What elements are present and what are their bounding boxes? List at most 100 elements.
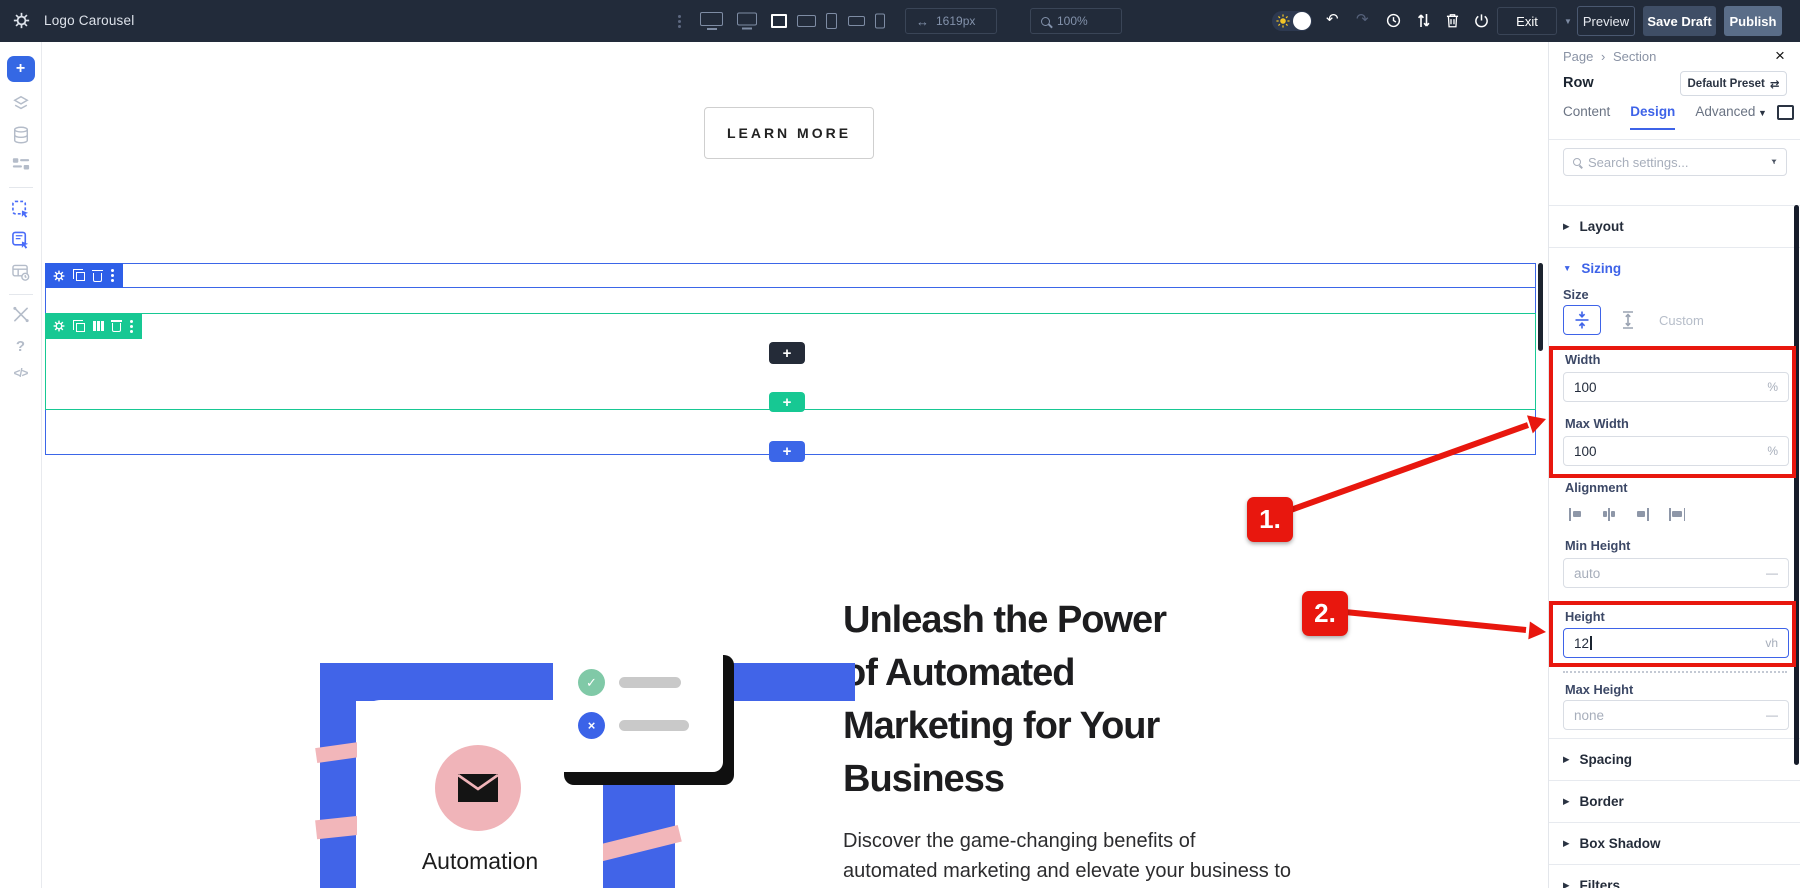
- add-element-button[interactable]: +: [6, 56, 35, 82]
- save-draft-button[interactable]: Save Draft: [1643, 6, 1716, 36]
- section-border[interactable]: ▶ Border: [1549, 780, 1800, 822]
- zoom-indicator[interactable]: 100%: [1030, 8, 1122, 34]
- max-height-label: Max Height: [1565, 682, 1634, 697]
- section-spacing[interactable]: ▶ Spacing: [1549, 738, 1800, 780]
- layers-icon[interactable]: [12, 94, 30, 112]
- envelope-icon: [457, 773, 499, 802]
- sort-structure-icon[interactable]: [1417, 13, 1430, 31]
- canvas-width-value: 1619px: [936, 14, 976, 28]
- canvas-width-indicator[interactable]: ↔ 1619px: [905, 8, 997, 34]
- breadcrumb-section[interactable]: Section: [1613, 49, 1656, 64]
- max-width-field[interactable]: %: [1563, 436, 1789, 466]
- power-icon[interactable]: [1474, 13, 1489, 31]
- tab-advanced[interactable]: Advanced: [1695, 104, 1755, 130]
- filter-funnel-icon[interactable]: [1771, 156, 1777, 168]
- align-left-button[interactable]: [1563, 502, 1587, 526]
- placeholder-bar: [619, 677, 681, 688]
- tab-design[interactable]: Design: [1630, 104, 1676, 130]
- breakpoint-tablet-portrait-icon[interactable]: [826, 13, 837, 29]
- min-height-input[interactable]: [1574, 565, 1766, 581]
- default-preset-button[interactable]: Default Preset ⇄: [1680, 71, 1787, 96]
- section-sizing[interactable]: ▼ Sizing: [1549, 247, 1800, 289]
- history-icon[interactable]: [1386, 13, 1401, 31]
- breakpoint-phone-landscape-icon[interactable]: [848, 16, 865, 26]
- breakpoint-tablet-landscape-icon[interactable]: [797, 15, 816, 27]
- preview-button[interactable]: Preview: [1577, 6, 1635, 36]
- undo-icon[interactable]: ↶: [1326, 12, 1339, 27]
- divider: [1549, 139, 1800, 140]
- close-panel-icon[interactable]: ×: [1775, 46, 1785, 66]
- section-delete-icon[interactable]: [92, 269, 103, 282]
- fullscreen-panel-icon[interactable]: [1777, 105, 1794, 120]
- builder-settings-icon[interactable]: [13, 12, 30, 34]
- row-delete-icon[interactable]: [110, 320, 122, 332]
- toggle-knob: [1293, 12, 1311, 30]
- align-right-button[interactable]: [1631, 502, 1655, 526]
- panel-scrollbar[interactable]: [1794, 205, 1799, 765]
- section-more-icon[interactable]: [111, 274, 114, 277]
- exit-button[interactable]: Exit: [1497, 7, 1557, 35]
- add-element-in-column-button[interactable]: +: [769, 342, 805, 364]
- row-columns-icon[interactable]: [93, 321, 104, 331]
- align-stretch-button[interactable]: [1665, 502, 1689, 526]
- learn-more-button[interactable]: LEARN MORE: [704, 107, 874, 159]
- row-settings-icon[interactable]: [53, 320, 65, 332]
- redo-icon[interactable]: ↷: [1356, 12, 1369, 27]
- search-input[interactable]: [1588, 154, 1764, 170]
- toolbar-drag-handle-icon[interactable]: [678, 20, 681, 23]
- theme-toggle[interactable]: [1272, 11, 1312, 31]
- envelope-badge: [435, 745, 521, 831]
- zoom-value: 100%: [1057, 14, 1088, 28]
- wireframe-library-icon[interactable]: [12, 157, 30, 172]
- section-duplicate-icon[interactable]: [73, 269, 85, 281]
- size-custom-label: Custom: [1659, 312, 1704, 328]
- max-height-field[interactable]: —: [1563, 700, 1789, 730]
- width-input[interactable]: [1574, 379, 1768, 395]
- height-field[interactable]: 12 vh: [1563, 628, 1789, 658]
- settings-search[interactable]: [1563, 148, 1787, 176]
- collapsed-triangle-icon: ▶: [1563, 837, 1570, 848]
- tools-icon[interactable]: [12, 306, 29, 323]
- canvas-scrollbar[interactable]: [1538, 263, 1543, 351]
- max-width-input[interactable]: [1574, 443, 1768, 459]
- breadcrumb-page[interactable]: Page: [1563, 49, 1593, 64]
- select-section-tool-icon[interactable]: [11, 200, 30, 219]
- breakpoint-current-icon[interactable]: [771, 14, 787, 28]
- max-height-input[interactable]: [1574, 707, 1766, 723]
- database-icon[interactable]: [12, 126, 29, 144]
- breakpoint-laptop-icon[interactable]: [737, 12, 757, 26]
- row-duplicate-icon[interactable]: [73, 319, 85, 332]
- annotation-step2-badge: 2.: [1302, 591, 1348, 636]
- tabs-dropdown-caret-icon[interactable]: ▼: [1758, 108, 1767, 118]
- expanded-triangle-icon: ▼: [1563, 263, 1572, 273]
- exit-dropdown-caret-icon[interactable]: ▼: [1564, 17, 1572, 26]
- size-label: Size: [1563, 287, 1589, 302]
- top-toolbar: Logo Carousel ↔ 1619px 100% ↶ ↷ Exit ▼ P…: [0, 0, 1800, 42]
- cross-icon: ×: [578, 712, 605, 739]
- breakpoint-desktop-icon[interactable]: [700, 12, 723, 26]
- publish-button[interactable]: Publish: [1724, 6, 1782, 36]
- help-icon[interactable]: ?: [16, 338, 25, 355]
- global-blocks-icon[interactable]: [11, 264, 30, 281]
- breakpoint-phone-portrait-icon[interactable]: [875, 13, 885, 29]
- annotation-step1-badge: 1.: [1247, 497, 1293, 542]
- size-custom-button[interactable]: [1609, 305, 1647, 335]
- min-height-field[interactable]: —: [1563, 558, 1789, 588]
- drag-resize-dotted-line[interactable]: [1563, 671, 1787, 673]
- code-icon[interactable]: </>: [14, 368, 29, 380]
- section-filters[interactable]: ▶ Filters: [1549, 864, 1800, 888]
- section-settings-icon[interactable]: [53, 270, 65, 282]
- section-box-shadow[interactable]: ▶ Box Shadow: [1549, 822, 1800, 864]
- tab-content[interactable]: Content: [1563, 104, 1610, 130]
- align-center-button[interactable]: [1597, 502, 1621, 526]
- row-more-icon[interactable]: [129, 324, 133, 328]
- size-fit-button[interactable]: [1563, 305, 1601, 335]
- add-section-button[interactable]: +: [769, 441, 805, 462]
- add-row-button[interactable]: +: [769, 392, 805, 412]
- trash-icon[interactable]: [1446, 13, 1459, 31]
- width-field[interactable]: %: [1563, 372, 1789, 402]
- section-layout[interactable]: ▶ Layout: [1549, 205, 1800, 247]
- section-inner-divider: [45, 287, 1536, 288]
- min-height-unit: —: [1766, 566, 1778, 580]
- select-row-tool-icon[interactable]: [11, 231, 30, 250]
